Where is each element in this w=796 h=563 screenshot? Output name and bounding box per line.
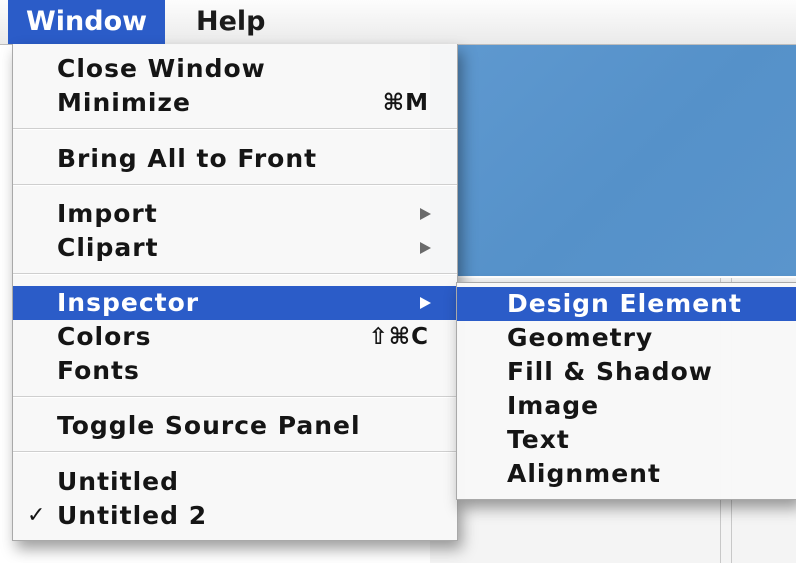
submenu-item-label: Design Element [507,289,742,318]
menu-separator [13,184,457,186]
menu-item-label: Bring All to Front [57,144,318,173]
submenu-item-geometry[interactable]: Geometry [457,321,796,355]
menu-item-label: Inspector [57,288,200,317]
submenu-item-label: Image [507,391,600,420]
menu-item-label: Close Window [57,54,266,83]
menu-separator [13,451,457,453]
document-canvas-blue-area [430,44,796,278]
menu-separator [13,128,457,130]
menu-item-label: Toggle Source Panel [57,411,361,440]
menu-bar: Window Help [0,0,796,45]
menu-item-close-window[interactable]: Close Window [13,52,457,86]
menu-separator [13,396,457,398]
menu-item-untitled-2[interactable]: ✓ Untitled 2 [13,499,457,533]
submenu-item-fill-shadow[interactable]: Fill & Shadow [457,355,796,389]
submenu-item-label: Geometry [507,323,654,352]
menu-item-inspector[interactable]: Inspector [13,286,457,320]
submenu-item-label: Text [507,425,570,454]
submenu-item-alignment[interactable]: Alignment [457,457,796,491]
submenu-item-image[interactable]: Image [457,389,796,423]
submenu-item-text[interactable]: Text [457,423,796,457]
inspector-submenu: Design Element Geometry Fill & Shadow Im… [456,282,796,500]
menu-item-fonts[interactable]: Fonts [13,354,457,388]
checkmark-icon: ✓ [27,503,47,528]
menu-item-label: Untitled 2 [57,501,208,530]
menu-item-label: Fonts [57,356,140,385]
submenu-item-label: Alignment [507,459,661,488]
shortcut-label: ⇧⌘C [368,324,429,350]
menu-item-label: Minimize [57,88,191,117]
menubar-help[interactable]: Help [178,0,284,44]
menu-item-colors[interactable]: Colors ⇧⌘C [13,320,457,354]
menu-item-label: Import [57,199,158,228]
menu-item-import[interactable]: Import [13,197,457,231]
window-menu: Close Window Minimize ⌘M Bring All to Fr… [12,44,458,541]
submenu-item-label: Fill & Shadow [507,357,713,386]
menu-item-bring-all-to-front[interactable]: Bring All to Front [13,142,457,176]
menu-item-clipart[interactable]: Clipart [13,231,457,265]
submenu-arrow-icon [420,208,431,220]
shortcut-label: ⌘M [382,90,429,116]
menu-separator [13,273,457,275]
submenu-arrow-icon [420,242,431,254]
menu-item-toggle-source-panel[interactable]: Toggle Source Panel [13,409,457,443]
menu-item-minimize[interactable]: Minimize ⌘M [13,86,457,120]
submenu-arrow-icon [420,297,431,309]
menu-item-label: Untitled [57,467,179,496]
submenu-item-design-element[interactable]: Design Element [457,287,796,321]
menubar-window[interactable]: Window [8,0,166,44]
menu-item-label: Colors [57,322,152,351]
menu-item-untitled[interactable]: Untitled [13,465,457,499]
menu-item-label: Clipart [57,233,159,262]
